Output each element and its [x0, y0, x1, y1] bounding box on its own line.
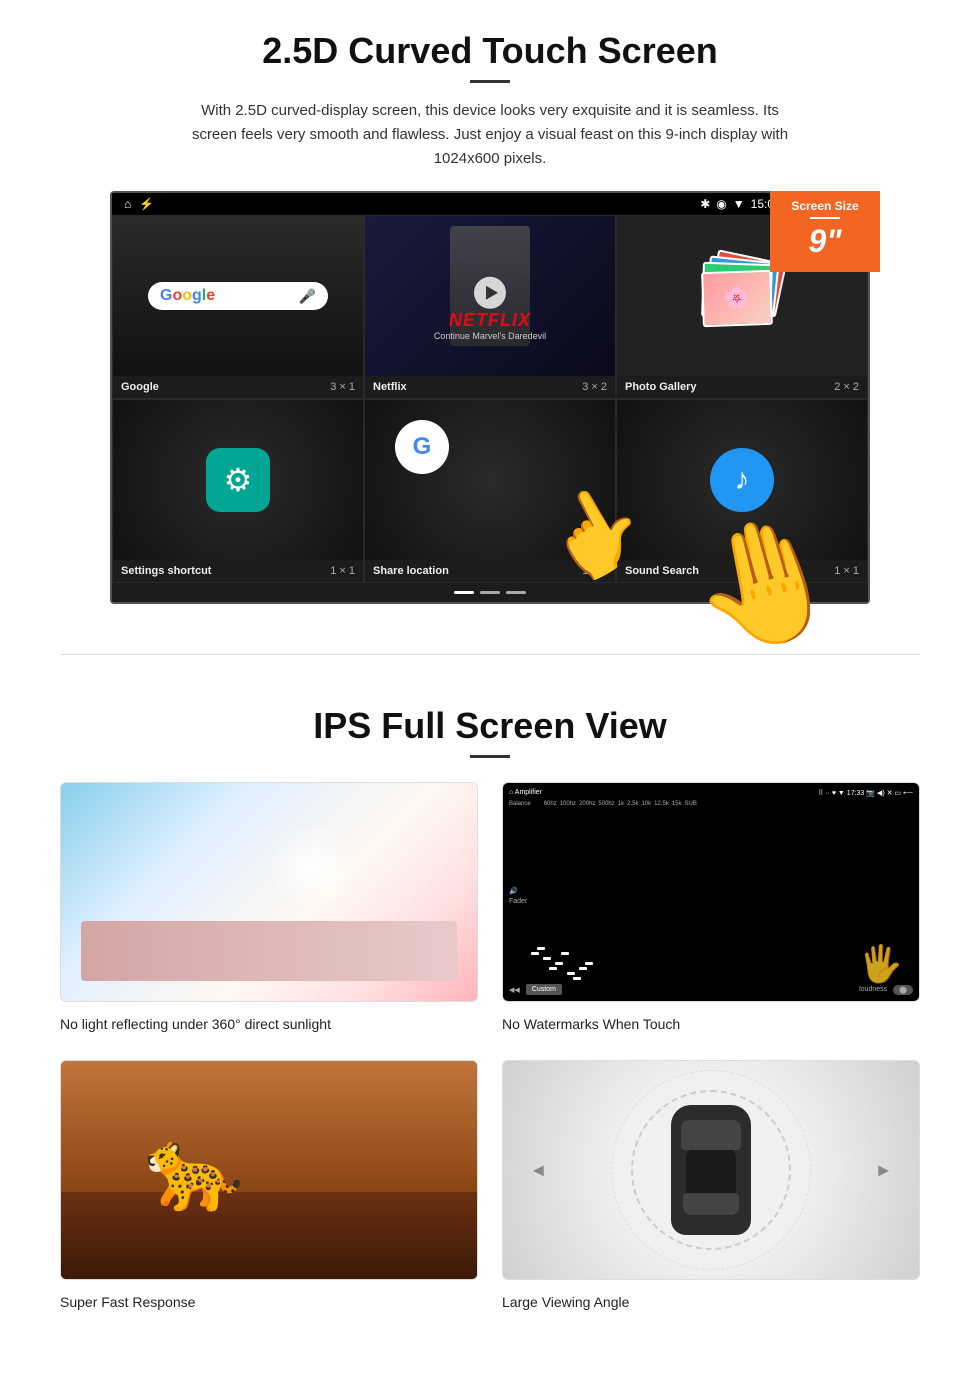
ground-element [81, 921, 457, 981]
netflix-subtitle: Continue Marvel's Daredevil [434, 331, 546, 341]
feature-image-fast: 🐆 [60, 1060, 478, 1280]
section2-divider [470, 755, 510, 758]
amp-controls: 🔊 Fader [509, 811, 913, 980]
netflix-logo: NETFLIX Continue Marvel's Daredevil [434, 310, 546, 341]
car-top-view [671, 1105, 751, 1235]
amp-footer: ◀◀ Custom loudness ⬤ [509, 984, 913, 995]
dot-3[interactable] [506, 591, 526, 594]
feature-caption-watermarks: No Watermarks When Touch [502, 1012, 920, 1036]
maps-letter-g: G [413, 433, 432, 461]
sound-icon-bg: ♪ [710, 448, 774, 512]
share-cell-inner: G 👆 [365, 400, 615, 560]
section1-divider [470, 80, 510, 83]
gear-icon: ⚙ [224, 461, 253, 499]
feature-caption-fast: Super Fast Response [60, 1290, 478, 1314]
screen-size-badge: Screen Size 9" [770, 191, 880, 272]
share-label-name: Share location [373, 565, 449, 577]
amp-header: ⌂ Amplifier ⠿ ·· ♥ ▼ 17:33 📷 ◀) ✕ ▭ ⟵ [509, 789, 913, 797]
feature-fast: 🐆 Super Fast Response [60, 1060, 478, 1314]
feature-caption-angle: Large Viewing Angle [502, 1290, 920, 1314]
feature-sunlight: No light reflecting under 360° direct su… [60, 782, 478, 1036]
home-icon[interactable]: ⌂ [124, 197, 131, 211]
settings-label-size: 1 × 1 [330, 565, 355, 577]
music-note-icon: ♪ [735, 463, 750, 497]
section-divider [60, 654, 920, 655]
cheetah-sky [61, 1061, 477, 1192]
feature-image-watermarks: ⌂ Amplifier ⠿ ·· ♥ ▼ 17:33 📷 ◀) ✕ ▭ ⟵ Ba… [502, 782, 920, 1002]
mic-icon[interactable]: 🎤 [299, 288, 316, 305]
dot-1[interactable] [454, 591, 474, 594]
photo-card-4: 🌸 [701, 270, 773, 327]
sunlight-bg [61, 783, 477, 1001]
left-arrow: ◀ [533, 1162, 544, 1179]
google-label-size: 3 × 1 [330, 381, 355, 393]
feature-caption-sunlight: No light reflecting under 360° direct su… [60, 1012, 478, 1036]
amp-bars [533, 856, 913, 936]
car-bg: ◀ ▶ [503, 1061, 919, 1279]
settings-icon-bg: ⚙ [206, 448, 270, 512]
section-ips: IPS Full Screen View No light reflecting… [0, 695, 980, 1344]
google-logo: Google [160, 287, 215, 305]
netflix-label-row: Netflix 3 × 2 [365, 376, 615, 398]
amplifier-screen: ⌂ Amplifier ⠿ ·· ♥ ▼ 17:33 📷 ◀) ✕ ▭ ⟵ Ba… [503, 783, 919, 1001]
settings-label-name: Settings shortcut [121, 565, 211, 577]
right-arrow: ▶ [878, 1162, 889, 1179]
google-cell-inner: Google 🎤 [113, 216, 363, 376]
netflix-cell-inner: NETFLIX Continue Marvel's Daredevil [365, 216, 615, 376]
app-cell-netflix[interactable]: NETFLIX Continue Marvel's Daredevil Netf… [364, 215, 616, 399]
cheetah-ground [61, 1192, 477, 1279]
status-bar: ⌂ ⚡ ✱ ◉ ▼ 15:06 📷 🔊 ✕ ▭ [112, 193, 868, 215]
netflix-label-size: 3 × 2 [582, 381, 607, 393]
badge-label: Screen Size [780, 199, 870, 213]
usb-icon: ⚡ [139, 197, 154, 211]
feature-image-sunlight [60, 782, 478, 1002]
maps-icon: G [395, 420, 449, 474]
google-search-bar[interactable]: Google 🎤 [148, 282, 328, 310]
google-label-row: Google 3 × 1 [113, 376, 363, 398]
cheetah-emoji: 🐆 [144, 1123, 244, 1217]
app-cell-share[interactable]: G 👆 Share location 1 × 1 [364, 399, 616, 583]
amp-freq-labels: Balance 60hz 100hz 200hz 500hz 1k 2.5k 1… [509, 801, 913, 807]
cheetah-bg: 🐆 [61, 1061, 477, 1279]
play-button[interactable] [474, 277, 506, 309]
flower-icon: 🌸 [724, 286, 750, 312]
car-rear-window [683, 1193, 739, 1215]
feature-angle: ◀ ▶ Large Viewing Angle [502, 1060, 920, 1314]
badge-size: 9" [780, 223, 870, 260]
section1-title: 2.5D Curved Touch Screen [60, 30, 920, 72]
feature-watermarks: ⌂ Amplifier ⠿ ·· ♥ ▼ 17:33 📷 ◀) ✕ ▭ ⟵ Ba… [502, 782, 920, 1036]
photo-label-size: 2 × 2 [834, 381, 859, 393]
location-icon: ◉ [716, 197, 726, 211]
google-label-name: Google [121, 381, 159, 393]
status-left: ⌂ ⚡ [124, 197, 154, 211]
section-curved-touch: 2.5D Curved Touch Screen With 2.5D curve… [0, 0, 980, 614]
settings-label-row: Settings shortcut 1 × 1 [113, 560, 363, 582]
dot-2[interactable] [480, 591, 500, 594]
photo-label-row: Photo Gallery 2 × 2 [617, 376, 867, 398]
settings-cell-inner: ⚙ [113, 400, 363, 560]
bluetooth-icon: ✱ [700, 197, 710, 211]
feature-grid: No light reflecting under 360° direct su… [60, 782, 920, 1314]
app-cell-settings[interactable]: ⚙ Settings shortcut 1 × 1 [112, 399, 364, 583]
netflix-label-name: Netflix [373, 381, 407, 393]
feature-image-angle: ◀ ▶ [502, 1060, 920, 1280]
section2-title: IPS Full Screen View [60, 705, 920, 747]
badge-divider [810, 217, 840, 219]
app-cell-google[interactable]: Google 🎤 Google 3 × 1 [112, 215, 364, 399]
section1-description: With 2.5D curved-display screen, this de… [180, 99, 800, 171]
wifi-icon: ▼ [733, 197, 745, 211]
amp-side-labels: 🔊 Fader [509, 887, 527, 905]
sun-glare [272, 827, 352, 907]
photo-label-name: Photo Gallery [625, 381, 697, 393]
hand-on-screen-icon: 🖐 [858, 943, 903, 985]
car-windshield [681, 1120, 741, 1150]
netflix-text: NETFLIX [434, 310, 546, 331]
